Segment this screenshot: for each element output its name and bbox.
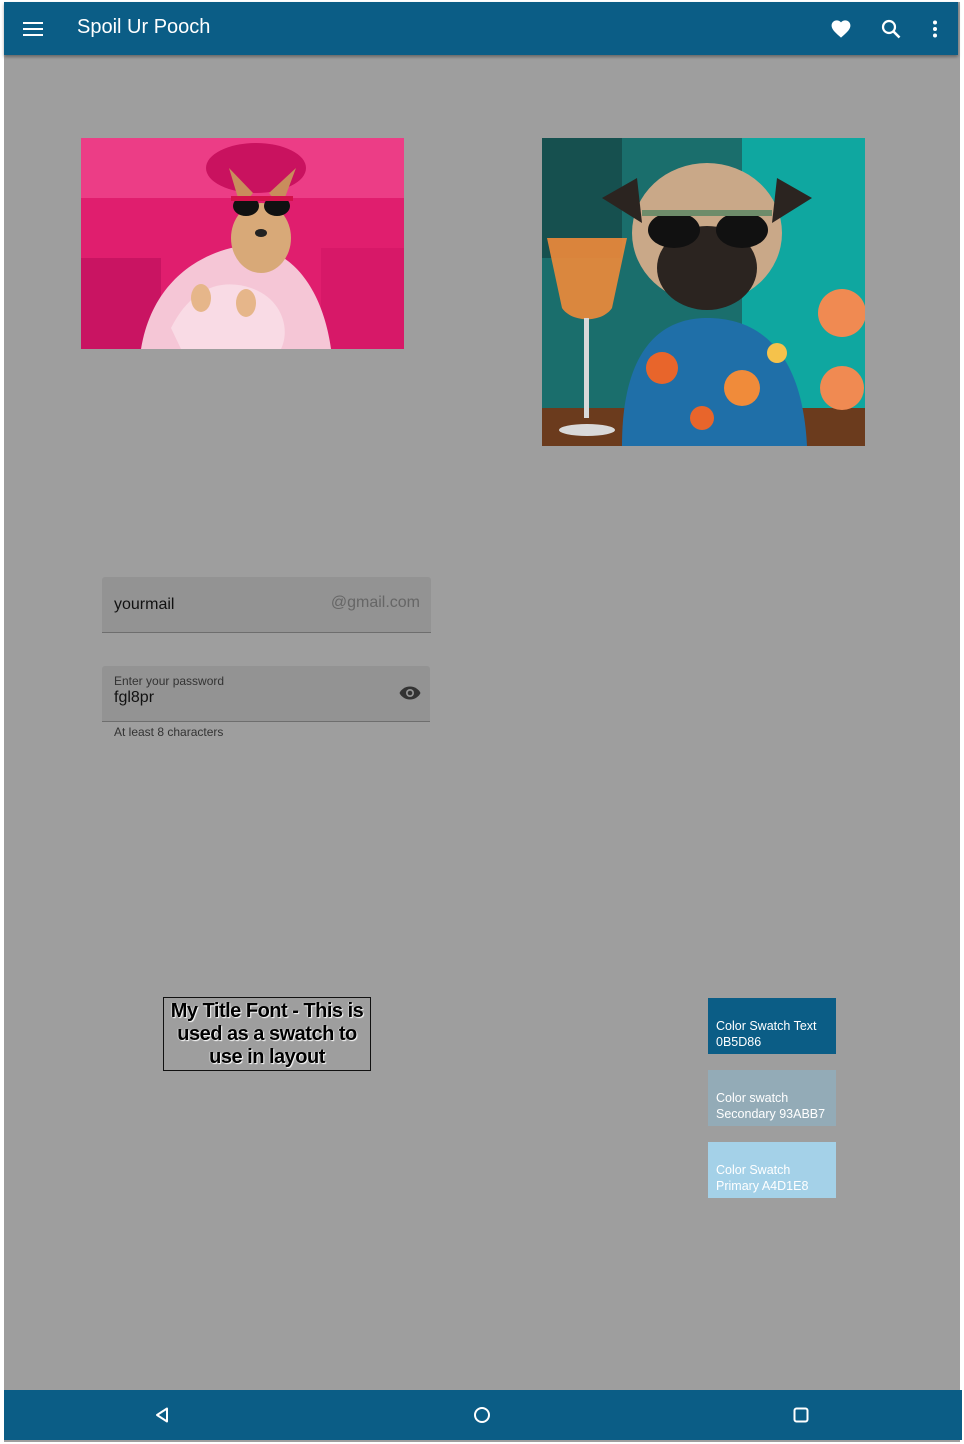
menu-icon[interactable]	[16, 12, 50, 46]
back-icon[interactable]	[149, 1402, 175, 1428]
email-value: yourmail	[114, 596, 175, 613]
app-screen: Spoil Ur Pooch yourmail @gmail.com Enter…	[4, 2, 962, 1442]
title-font-sample-text: My Title Font - This is used as a swatch…	[170, 999, 364, 1068]
swatch-secondary-color: Color swatch Secondary 93ABB7	[708, 1070, 836, 1126]
app-bar: Spoil Ur Pooch	[4, 2, 958, 55]
pug-in-hawaiian-shirt-photo	[542, 138, 865, 446]
home-icon[interactable]	[469, 1402, 495, 1428]
swatch-secondary-label: Color swatch Secondary 93ABB7	[716, 1091, 826, 1121]
app-title: Spoil Ur Pooch	[77, 16, 211, 38]
swatch-text-label: Color Swatch Text 0B5D86	[716, 1019, 817, 1049]
swatch-primary-color: Color Swatch Primary A4D1E8	[708, 1142, 836, 1198]
password-label: Enter your password	[114, 674, 225, 688]
password-helper-text: At least 8 characters	[114, 725, 224, 739]
password-field[interactable]: Enter your password fgl8pr	[102, 666, 430, 722]
recents-icon[interactable]	[788, 1402, 814, 1428]
search-icon[interactable]	[874, 12, 908, 46]
more-vert-icon[interactable]	[918, 12, 952, 46]
swatch-text-color: Color Swatch Text 0B5D86	[708, 998, 836, 1054]
email-suffix: @gmail.com	[330, 594, 420, 611]
eye-icon[interactable]	[398, 682, 422, 704]
swatch-primary-label: Color Swatch Primary A4D1E8	[716, 1163, 809, 1193]
password-value: fgl8pr	[114, 689, 155, 706]
heart-icon[interactable]	[824, 12, 858, 46]
title-font-sample: My Title Font - This is used as a swatch…	[163, 997, 371, 1071]
email-field[interactable]: yourmail @gmail.com	[102, 577, 431, 633]
system-nav-bar	[4, 1390, 962, 1440]
chihuahua-in-bathrobe-photo	[81, 138, 404, 349]
